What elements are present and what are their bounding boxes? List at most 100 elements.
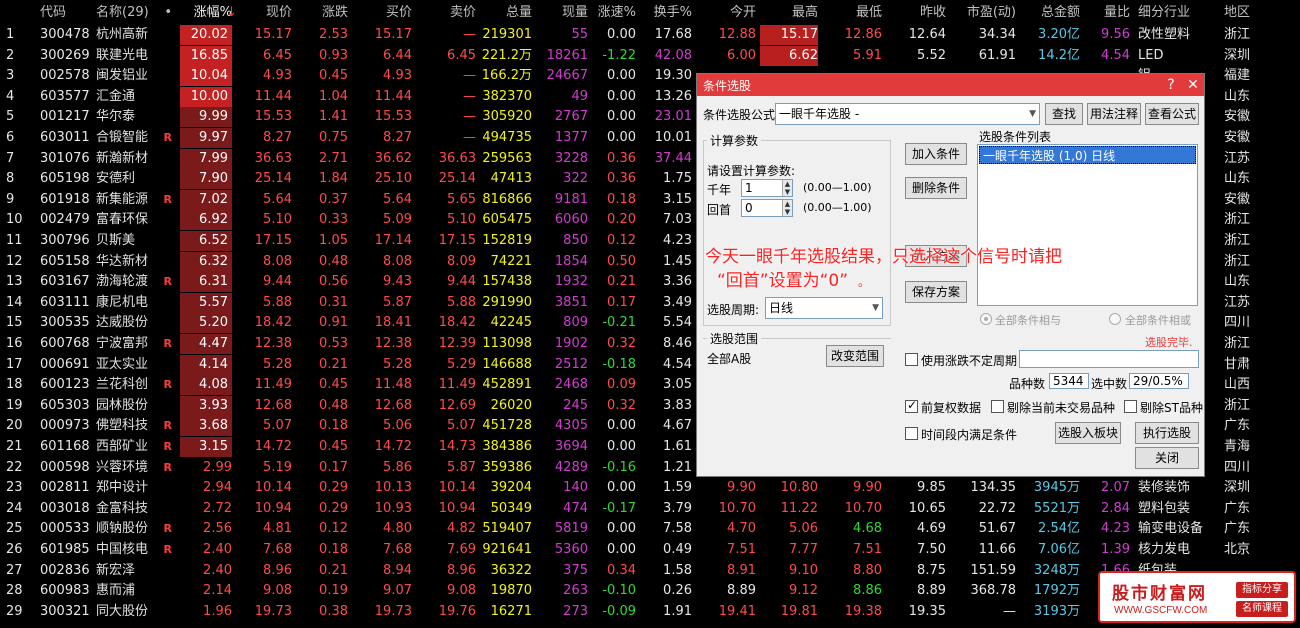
change: 0.33 <box>319 212 348 228</box>
hdr-speed[interactable]: 涨速% <box>592 2 636 24</box>
stock-code[interactable]: 605158 <box>40 252 92 272</box>
hdr-high[interactable]: 最高 <box>760 2 818 24</box>
industry: LED <box>1138 47 1164 63</box>
add-condition-button[interactable]: 加入条件 <box>905 143 967 165</box>
hdr-code[interactable]: 代码 <box>40 2 92 24</box>
bid: 25.10 <box>374 171 412 187</box>
usage-notes-button[interactable]: 用法注释 <box>1087 103 1141 125</box>
volume: 291990 <box>482 294 532 310</box>
table-row[interactable]: 2 300269 联建光电 16.85 6.45 0.93 6.44 6.45 221.2万 18… <box>0 45 1300 66</box>
stock-code[interactable]: 600768 <box>40 334 92 354</box>
table-row[interactable]: 26 601985 中国核电 R 2.40 7.68 0.18 7.68 7.69 921641 5… <box>0 540 1300 560</box>
hdr-volratio[interactable]: 量比 <box>1084 2 1130 24</box>
stock-code[interactable]: 300478 <box>40 25 92 45</box>
table-row[interactable]: 23 002811 郑中设计 2.94 10.14 0.29 10.13 10.14 39204… <box>0 478 1300 498</box>
stock-code[interactable]: 000691 <box>40 355 92 375</box>
add-to-board-button[interactable]: 选股入板块 <box>1055 422 1121 444</box>
turnover: 3.36 <box>663 274 692 290</box>
open: 8.91 <box>727 562 756 578</box>
stock-code[interactable]: 601168 <box>40 437 92 457</box>
r-mark <box>160 313 172 333</box>
row-index: 14 <box>6 294 23 310</box>
find-button[interactable]: 查找 <box>1045 103 1083 125</box>
period-select[interactable]: 日线 ▼ <box>765 297 883 319</box>
param1-spinner[interactable]: ▲ ▼ <box>782 180 792 196</box>
stock-code[interactable]: 605303 <box>40 396 92 416</box>
sort-desc-icon[interactable]: ↓ <box>226 2 238 24</box>
change: 0.17 <box>319 459 348 475</box>
period-range-input[interactable] <box>1019 350 1199 368</box>
exclude-st-checkbox[interactable] <box>1124 400 1137 413</box>
hdr-low[interactable]: 最低 <box>822 2 882 24</box>
stock-code[interactable]: 001217 <box>40 107 92 127</box>
view-formula-button[interactable]: 查看公式 <box>1145 103 1199 125</box>
hdr-last-vol[interactable]: 现量 <box>536 2 588 24</box>
stock-code[interactable]: 600983 <box>40 581 92 601</box>
table-row[interactable]: 25 000533 顺钠股份 R 2.56 4.81 0.12 4.80 4.82 519407 5… <box>0 519 1300 539</box>
conditions-list-item[interactable]: 一眼千年选股 (1,0) 日线 <box>979 146 1196 164</box>
hdr-dot[interactable]: • <box>160 2 172 24</box>
adjusted-data-checkbox[interactable] <box>905 398 918 413</box>
stock-code[interactable]: 000973 <box>40 416 92 436</box>
last-volume: 4289 <box>554 459 588 475</box>
speed: 0.17 <box>607 294 636 310</box>
radio-all-or[interactable] <box>1109 313 1121 325</box>
stock-code[interactable]: 603167 <box>40 272 92 292</box>
stock-code[interactable]: 002836 <box>40 561 92 581</box>
stock-code[interactable]: 000533 <box>40 519 92 539</box>
hdr-amount[interactable]: 总金额 <box>1020 2 1080 24</box>
param2-spinner[interactable]: ▲ ▼ <box>782 200 792 216</box>
table-row[interactable]: 1 300478 杭州高新 20.02 15.17 2.53 15.17—219301 55 0… <box>0 25 1300 45</box>
hdr-industry[interactable]: 细分行业 <box>1138 2 1218 24</box>
stock-code[interactable]: 300535 <box>40 313 92 333</box>
hdr-price[interactable]: 现价 <box>240 2 292 24</box>
time-period-checkbox[interactable] <box>905 427 918 440</box>
stock-code[interactable]: 601918 <box>40 190 92 210</box>
radio-all-and[interactable] <box>980 313 992 325</box>
stock-code[interactable]: 003018 <box>40 499 92 519</box>
hdr-volume[interactable]: 总量 <box>480 2 532 24</box>
hdr-pe[interactable]: 市盈(动) <box>950 2 1016 24</box>
stock-code[interactable]: 002578 <box>40 66 92 86</box>
hdr-bid[interactable]: 买价 <box>352 2 412 24</box>
stock-code[interactable]: 300269 <box>40 46 92 66</box>
param1-input[interactable]: 1 ▲ ▼ <box>741 179 793 197</box>
open: 9.90 <box>727 480 756 496</box>
stock-code[interactable]: 000598 <box>40 458 92 478</box>
help-icon[interactable]: ? <box>1160 77 1182 93</box>
exclude-untraded-checkbox[interactable] <box>991 400 1004 413</box>
stock-code[interactable]: 605198 <box>40 169 92 189</box>
close-icon[interactable]: ✕ <box>1182 77 1204 93</box>
dialog-titlebar[interactable]: 条件选股 ? ✕ <box>697 74 1204 96</box>
stock-code[interactable]: 603011 <box>40 128 92 148</box>
stock-code[interactable]: 603111 <box>40 293 92 313</box>
hdr-ask[interactable]: 卖价 <box>420 2 476 24</box>
hdr-prevclose[interactable]: 昨收 <box>884 2 946 24</box>
table-row[interactable]: 24 003018 金富科技 2.72 10.94 0.29 10.93 10.94 50349… <box>0 499 1300 519</box>
row-index: 27 <box>6 562 23 578</box>
hdr-index[interactable] <box>6 2 30 24</box>
stock-code[interactable]: 600123 <box>40 375 92 395</box>
stock-code[interactable]: 300796 <box>40 231 92 251</box>
hdr-pct[interactable]: 涨幅% <box>180 2 232 24</box>
execute-screen-button[interactable]: 执行选股 <box>1135 422 1199 444</box>
hdr-open[interactable]: 今开 <box>700 2 756 24</box>
change-range-button[interactable]: 改变范围 <box>826 345 884 367</box>
use-period-checkbox[interactable] <box>905 353 918 366</box>
stock-code[interactable]: 002811 <box>40 478 92 498</box>
volume: 39204 <box>490 480 532 496</box>
region: 四川 <box>1224 315 1251 331</box>
formula-select[interactable]: 一眼千年选股 - ▼ <box>775 103 1040 125</box>
stock-code[interactable]: 300321 <box>40 602 92 622</box>
stock-code[interactable]: 002479 <box>40 210 92 230</box>
stock-code[interactable]: 603577 <box>40 87 92 107</box>
hdr-change[interactable]: 涨跌 <box>300 2 348 24</box>
close-button[interactable]: 关闭 <box>1135 447 1199 469</box>
hdr-region[interactable]: 地区 <box>1224 2 1274 24</box>
delete-condition-button[interactable]: 删除条件 <box>905 177 967 199</box>
hdr-turnover[interactable]: 换手% <box>640 2 692 24</box>
param2-input[interactable]: 0 ▲ ▼ <box>741 199 793 217</box>
stock-code[interactable]: 601985 <box>40 540 92 560</box>
stock-code[interactable]: 301076 <box>40 149 92 169</box>
ask: 8.96 <box>447 562 476 578</box>
